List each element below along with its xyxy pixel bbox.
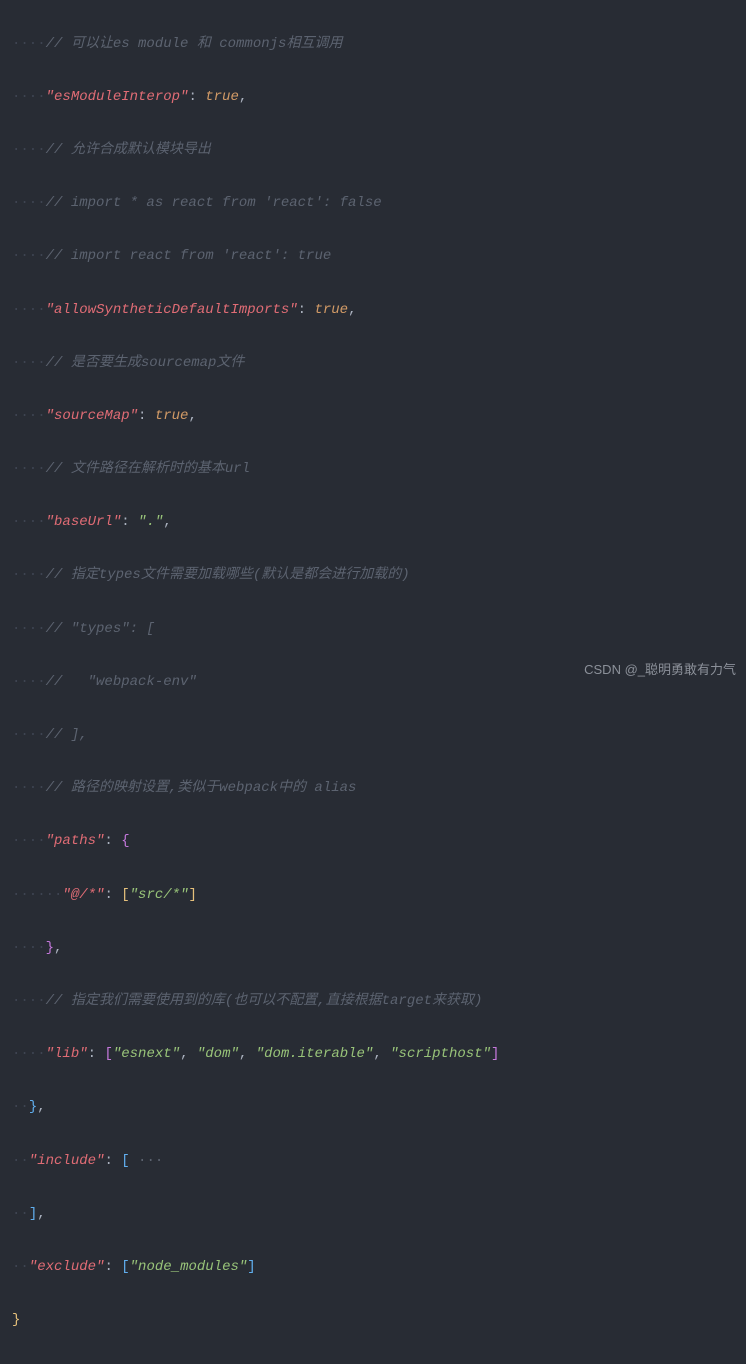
- json-string: "esnext": [113, 1046, 180, 1062]
- fold-indicator[interactable]: ···: [130, 1153, 164, 1169]
- json-key: "esModuleInterop": [46, 89, 189, 105]
- json-key: "include": [29, 1153, 105, 1169]
- comment: // "types": [: [46, 621, 155, 637]
- json-string: "dom": [197, 1046, 239, 1062]
- json-key: "baseUrl": [46, 514, 122, 530]
- json-key: "@/*": [62, 887, 104, 903]
- watermark: CSDN @_聪明勇敢有力气: [584, 658, 736, 683]
- comment: // 指定我们需要使用到的库(也可以不配置,直接根据target来获取): [46, 993, 483, 1009]
- json-key: "paths": [46, 833, 105, 849]
- comment: // 允许合成默认模块导出: [46, 142, 211, 158]
- json-bool: true: [314, 302, 348, 318]
- comment: // "webpack-env": [46, 674, 197, 690]
- comment: // 路径的映射设置,类似于webpack中的 alias: [46, 780, 357, 796]
- comment: // import * as react from 'react': false: [46, 195, 382, 211]
- comment: // ],: [46, 727, 88, 743]
- json-string: "src/*": [130, 887, 189, 903]
- json-bool: true: [155, 408, 189, 424]
- comment: // 是否要生成sourcemap文件: [46, 355, 245, 371]
- json-string: "scripthost": [390, 1046, 491, 1062]
- comment: // 可以让es module 和 commonjs相互调用: [46, 36, 343, 52]
- comment: // 指定types文件需要加载哪些(默认是都会进行加载的): [46, 567, 410, 583]
- json-key: "exclude": [29, 1259, 105, 1275]
- comment: // import react from 'react': true: [46, 248, 332, 264]
- json-bool: true: [205, 89, 239, 105]
- comment: // 文件路径在解析时的基本url: [46, 461, 250, 477]
- json-string: "dom.iterable": [256, 1046, 374, 1062]
- json-key: "sourceMap": [46, 408, 138, 424]
- json-key: "allowSyntheticDefaultImports": [46, 302, 298, 318]
- json-string: ".": [138, 514, 163, 530]
- json-key: "lib": [46, 1046, 88, 1062]
- json-string: "node_modules": [130, 1259, 248, 1275]
